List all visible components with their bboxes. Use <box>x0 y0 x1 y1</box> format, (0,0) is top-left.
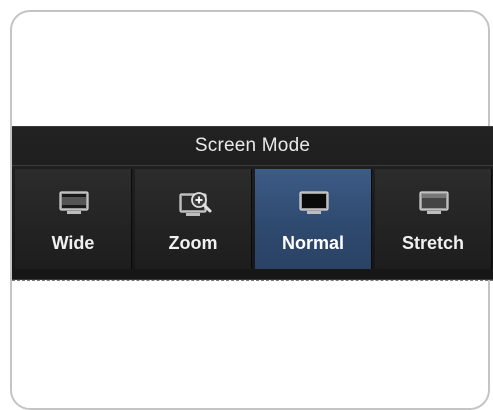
option-wide[interactable]: Wide <box>15 169 132 269</box>
option-label: Zoom <box>168 233 218 253</box>
screen-mode-options: Wide Zoom Normal Stretch <box>15 169 493 269</box>
option-zoom[interactable]: Zoom <box>135 169 252 269</box>
option-normal[interactable]: Normal <box>255 169 372 269</box>
option-stretch[interactable]: Stretch <box>375 169 492 269</box>
monitor-stretch-icon <box>419 191 449 216</box>
menu-title: Screen Mode <box>194 135 311 156</box>
option-label: Stretch <box>401 233 464 253</box>
menu-bottom-divider <box>12 279 493 281</box>
monitor-normal-icon <box>299 191 329 216</box>
title-divider <box>12 165 493 166</box>
screen-mode-menu: Screen Mode Wide Zoom Normal Stretch <box>12 126 493 281</box>
option-label: Wide <box>51 233 95 253</box>
monitor-zoom-icon <box>179 191 212 216</box>
monitor-wide-icon <box>59 191 89 216</box>
option-label: Normal <box>281 233 344 253</box>
